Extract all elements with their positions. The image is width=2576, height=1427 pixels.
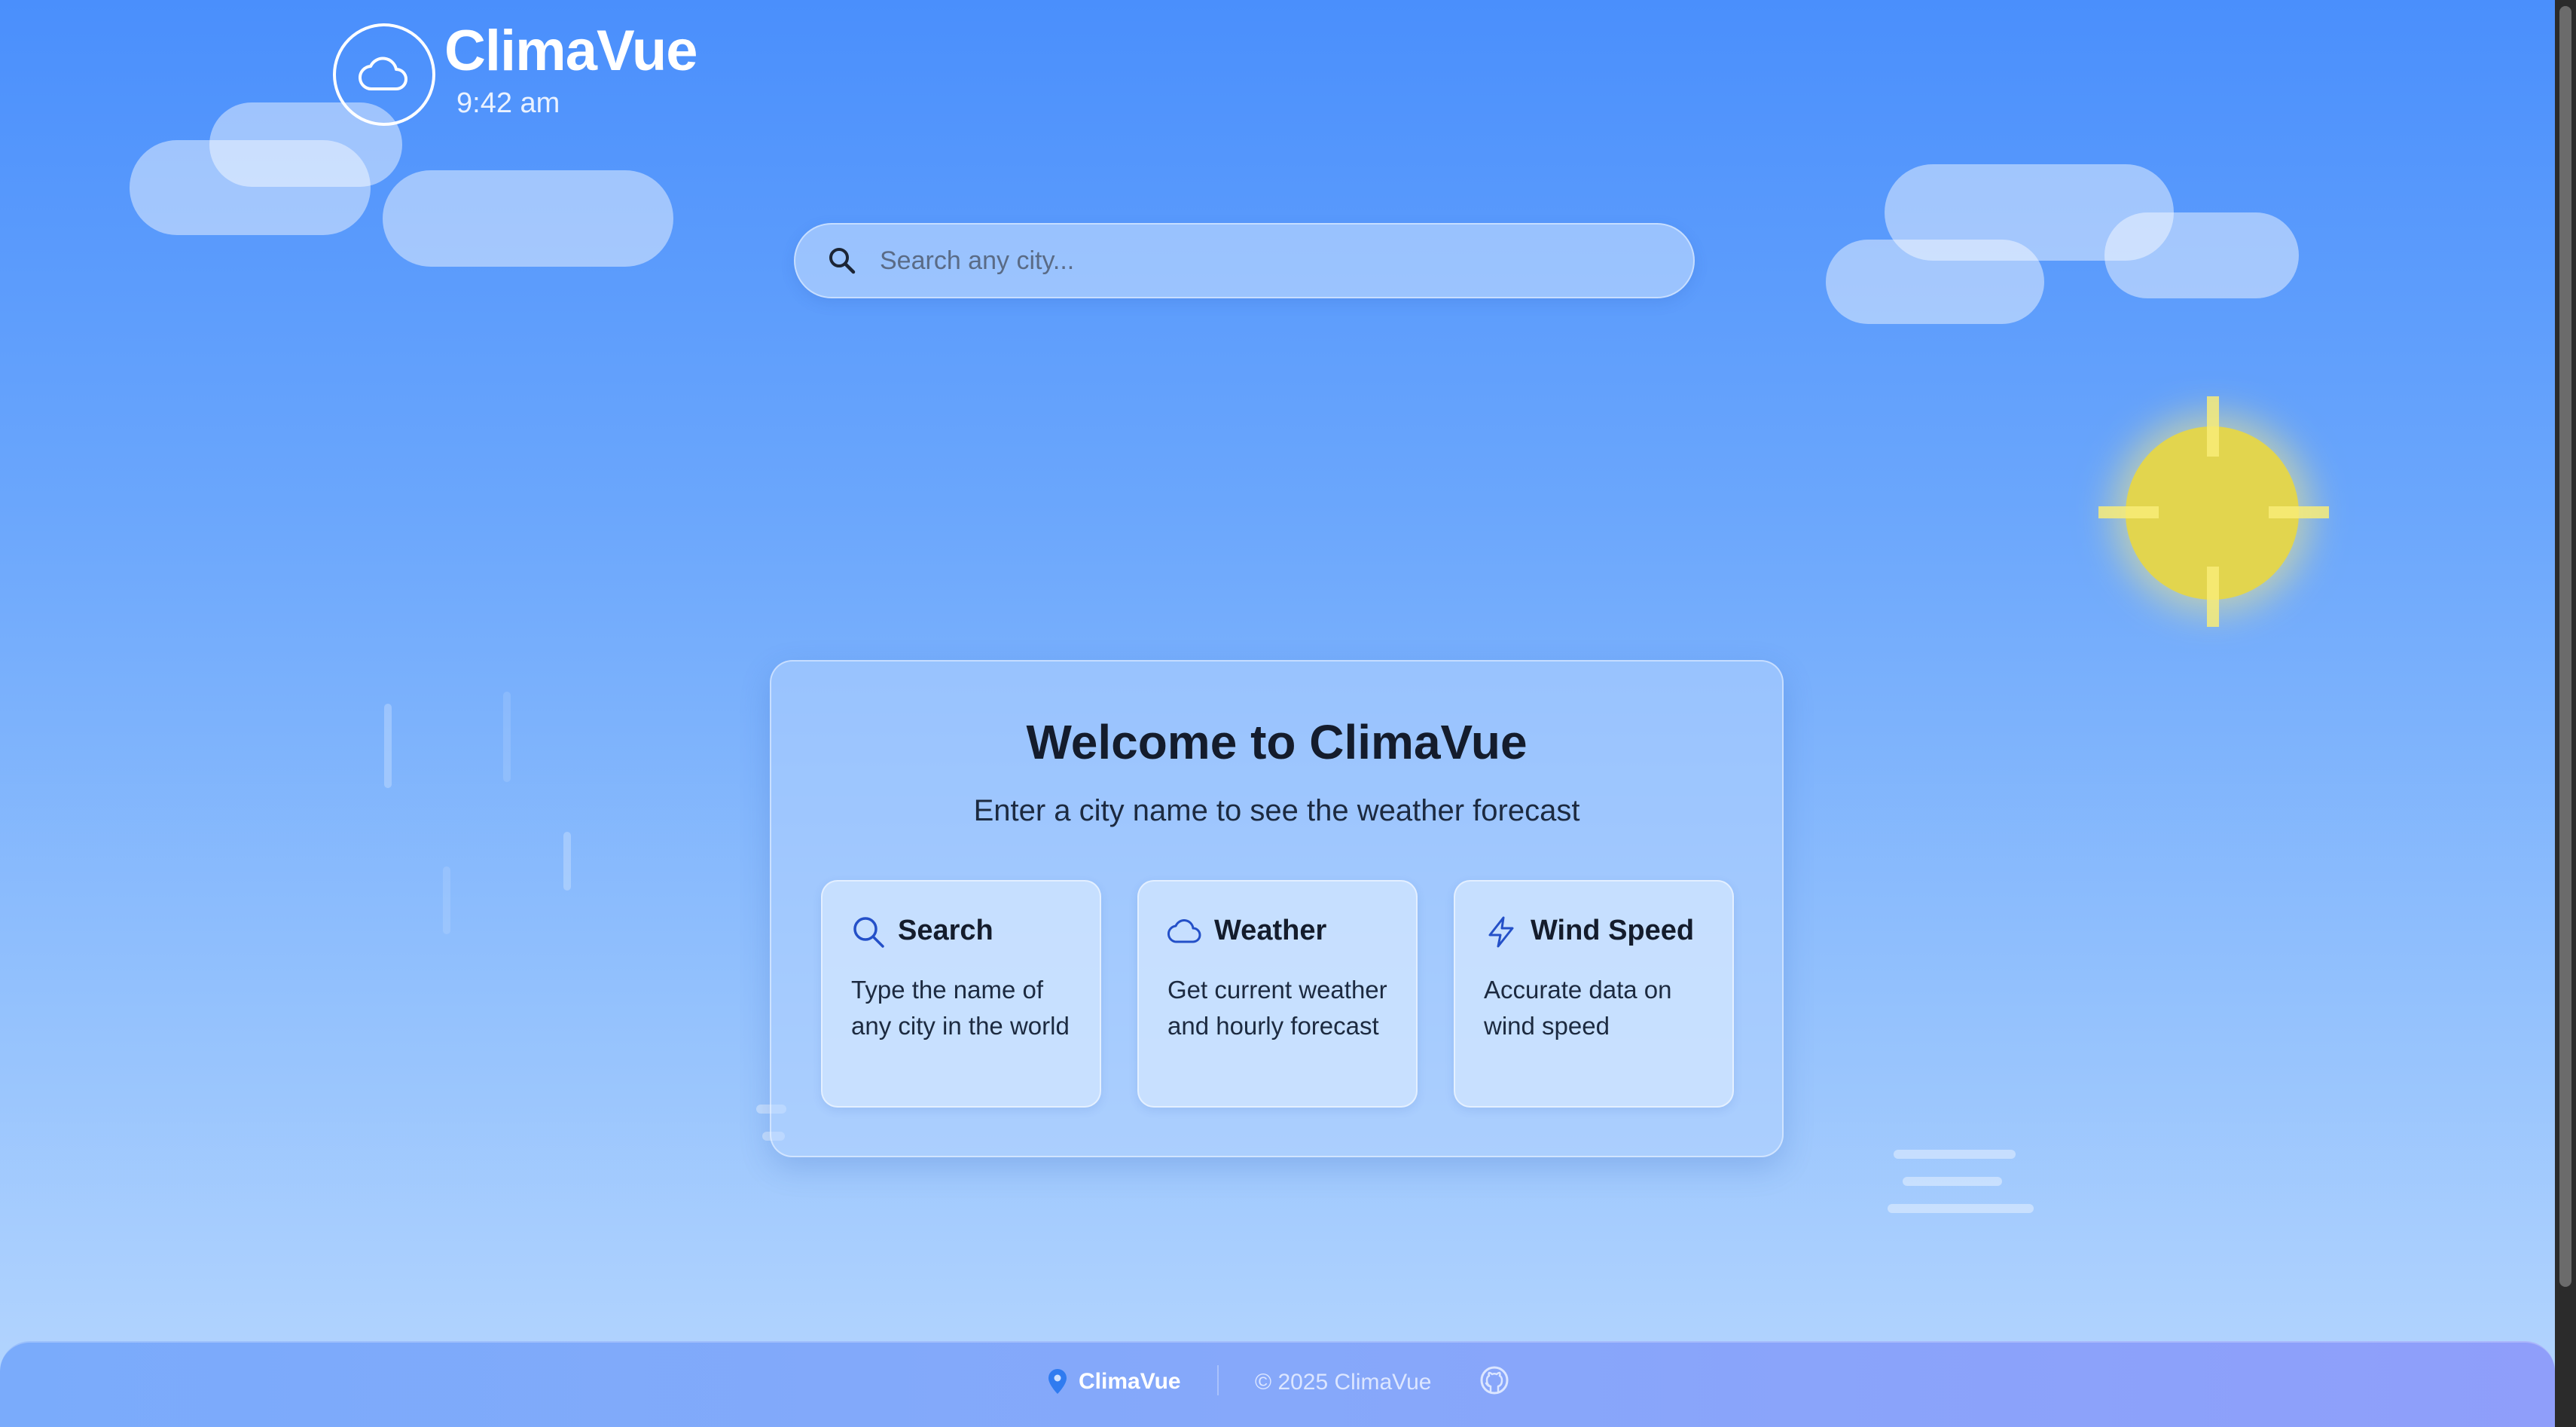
wind-line xyxy=(1888,1204,2034,1213)
cloud-decoration xyxy=(383,170,673,267)
feature-card-wind-speed: Wind Speed Accurate data on wind speed xyxy=(1454,880,1734,1108)
app-logo[interactable] xyxy=(333,23,435,126)
cloud-decoration xyxy=(1826,240,2044,324)
rain-streak xyxy=(503,692,511,782)
rain-streak xyxy=(563,832,571,891)
cloud-icon xyxy=(1167,919,1201,943)
rain-streak xyxy=(384,704,392,788)
scrollbar[interactable] xyxy=(2555,0,2576,1427)
cloud-icon xyxy=(359,57,407,91)
search-icon xyxy=(853,917,884,948)
rain-streak xyxy=(443,866,450,934)
footer-brand-label: ClimaVue xyxy=(1079,1369,1181,1394)
wind-line xyxy=(1903,1177,2002,1186)
wind-line xyxy=(1894,1150,2016,1159)
lightning-icon xyxy=(1488,916,1514,948)
welcome-card: Welcome to ClimaVue Enter a city name to… xyxy=(770,660,1784,1157)
footer: ClimaVue © 2025 ClimaVue xyxy=(0,1341,2555,1427)
feature-title: Weather xyxy=(1214,915,1327,946)
search-icon xyxy=(829,248,856,274)
feature-card-search: Search Type the name of any city in the … xyxy=(821,880,1101,1108)
feature-title: Wind Speed xyxy=(1531,915,1695,946)
scrollbar-thumb[interactable] xyxy=(2559,6,2571,1287)
welcome-subtitle: Enter a city name to see the weather for… xyxy=(973,794,1580,827)
github-icon[interactable] xyxy=(1479,1365,1509,1395)
feature-card-weather: Weather Get current weather and hourly f… xyxy=(1137,880,1418,1108)
footer-brand[interactable]: ClimaVue xyxy=(1047,1368,1181,1395)
current-time: 9:42 am xyxy=(456,87,560,119)
welcome-heading: Welcome to ClimaVue xyxy=(1026,715,1528,769)
footer-copyright: © 2025 ClimaVue xyxy=(1255,1370,1432,1395)
feature-description: Type the name of any city in the world xyxy=(851,976,1070,1040)
location-pin-icon xyxy=(1048,1369,1067,1394)
search-bar[interactable] xyxy=(794,223,1695,298)
feature-title: Search xyxy=(898,915,993,946)
feature-description: Accurate data on wind speed xyxy=(1484,976,1672,1040)
footer-divider xyxy=(1217,1365,1219,1395)
app-title: ClimaVue xyxy=(444,19,698,83)
search-input[interactable] xyxy=(880,246,1671,276)
feature-description: Get current weather and hourly forecast xyxy=(1167,976,1387,1040)
cloud-decoration xyxy=(2104,212,2299,298)
